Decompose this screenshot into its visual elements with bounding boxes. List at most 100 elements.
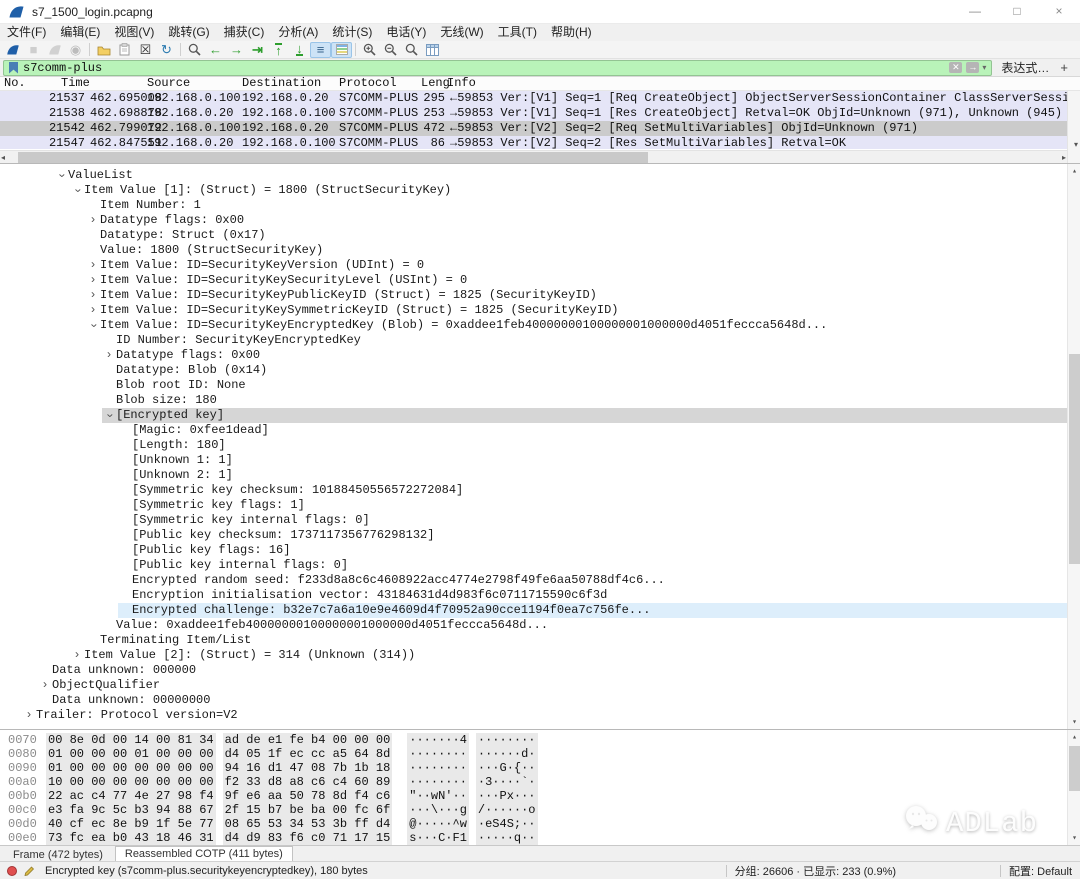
menu-item-6[interactable]: 统计(S) bbox=[325, 24, 379, 41]
tree-row[interactable]: [Length: 180] bbox=[0, 438, 1080, 453]
hex-ascii[interactable]: ···G·{·· bbox=[476, 761, 538, 775]
tree-row[interactable]: Terminating Item/List bbox=[0, 633, 1080, 648]
tree-row[interactable]: ›Item Value: ID=SecurityKeySymmetricKeyI… bbox=[0, 303, 1080, 318]
expander-closed-icon[interactable]: › bbox=[86, 273, 100, 288]
vscroll-thumb[interactable] bbox=[1069, 354, 1080, 564]
packet-row[interactable]: 21542462.799072192.168.0.100192.168.0.20… bbox=[0, 121, 1080, 136]
hex-row[interactable]: 007000 8e 0d 00 14 00 81 34ad de e1 fe b… bbox=[0, 733, 1080, 747]
hex-ascii[interactable]: ·······4 bbox=[407, 733, 469, 747]
packet-list-hscrollbar[interactable]: ◂ ▸ bbox=[0, 150, 1067, 163]
tree-row[interactable]: [Unknown 2: 1] bbox=[0, 468, 1080, 483]
capture-start-icon[interactable] bbox=[2, 42, 23, 58]
tree-row[interactable]: [Symmetric key checksum: 101884505565722… bbox=[0, 483, 1080, 498]
hex-bytes[interactable]: 10 00 00 00 00 00 00 00 bbox=[46, 775, 216, 789]
filter-add-button[interactable]: + bbox=[1060, 60, 1068, 75]
tree-row[interactable]: [Public key flags: 16] bbox=[0, 543, 1080, 558]
column-header-info[interactable]: Info bbox=[447, 77, 476, 90]
expander-closed-icon[interactable]: › bbox=[102, 348, 116, 363]
expression-button[interactable]: 表达式… bbox=[1001, 59, 1049, 76]
filter-apply-icon[interactable]: → bbox=[966, 62, 979, 73]
close-file-icon[interactable]: ☒ bbox=[135, 42, 156, 58]
scroll-up-icon[interactable]: ▴ bbox=[1072, 732, 1077, 742]
tree-row[interactable]: ›Item Value [2]: (Struct) = 314 (Unknown… bbox=[0, 648, 1080, 663]
tree-row[interactable]: Item Number: 1 bbox=[0, 198, 1080, 213]
expander-closed-icon[interactable]: › bbox=[86, 303, 100, 318]
tree-row[interactable]: Datatype: Blob (0x14) bbox=[0, 363, 1080, 378]
tree-row[interactable]: Data unknown: 000000 bbox=[0, 663, 1080, 678]
expander-closed-icon[interactable]: › bbox=[86, 288, 100, 303]
vscroll-thumb[interactable] bbox=[1069, 746, 1080, 791]
tree-row[interactable]: ›Datatype flags: 0x00 bbox=[0, 348, 1080, 363]
hex-bytes[interactable]: 2f 15 b7 be ba 00 fc 6f bbox=[223, 803, 393, 817]
go-top-icon[interactable]: ↑ bbox=[268, 42, 289, 58]
column-header-no[interactable]: No. bbox=[4, 77, 26, 90]
filter-dropdown-icon[interactable]: ▾ bbox=[982, 63, 986, 72]
hex-ascii[interactable]: "··wN'·· bbox=[407, 789, 469, 803]
hex-ascii[interactable]: @·····^w bbox=[407, 817, 469, 831]
hex-bytes[interactable]: f2 33 d8 a8 c6 c4 60 89 bbox=[223, 775, 393, 789]
byte-tab-1[interactable]: Reassembled COTP (411 bytes) bbox=[115, 846, 293, 861]
hex-bytes[interactable]: e3 fa 9c 5c b3 94 88 67 bbox=[46, 803, 216, 817]
filter-bookmark-icon[interactable] bbox=[9, 62, 18, 74]
tree-row[interactable]: ›Trailer: Protocol version=V2 bbox=[0, 708, 1080, 723]
tree-row[interactable]: ›Item Value: ID=SecurityKeyEncryptedKey … bbox=[0, 318, 1080, 333]
menu-item-5[interactable]: 分析(A) bbox=[271, 24, 325, 41]
scroll-down-icon[interactable]: ▾ bbox=[1072, 717, 1077, 727]
autoscroll-toggle-icon[interactable]: ≡ bbox=[310, 42, 331, 58]
expander-closed-icon[interactable]: › bbox=[38, 678, 52, 693]
capture-comment-icon[interactable] bbox=[23, 865, 35, 877]
tree-row[interactable]: ›Item Value: ID=SecurityKeyPublicKeyID (… bbox=[0, 288, 1080, 303]
tree-row[interactable]: Encrypted challenge: b32e7c7a6a10e9e4609… bbox=[0, 603, 1080, 618]
byte-tab-0[interactable]: Frame (472 bytes) bbox=[3, 847, 113, 861]
column-header-protocol[interactable]: Protocol bbox=[339, 77, 397, 90]
capture-stop-icon[interactable]: ■ bbox=[23, 42, 44, 58]
profile-status[interactable]: 配置: Default bbox=[1009, 863, 1072, 879]
scroll-right-icon[interactable]: ▸ bbox=[1062, 153, 1066, 162]
scroll-down-icon[interactable]: ▾ bbox=[1072, 833, 1077, 843]
display-filter-input[interactable]: s7comm-plus ✕ → ▾ bbox=[3, 60, 992, 76]
hex-ascii[interactable]: ········ bbox=[407, 761, 469, 775]
capture-options-icon[interactable]: ◉ bbox=[65, 42, 86, 58]
tree-row[interactable]: Blob root ID: None bbox=[0, 378, 1080, 393]
scroll-left-icon[interactable]: ◂ bbox=[1, 153, 5, 162]
tree-row[interactable]: Value: 0xaddee1feb4000000010000000100000… bbox=[0, 618, 1080, 633]
hex-ascii[interactable]: /······o bbox=[476, 803, 538, 817]
detail-vscrollbar[interactable]: ▴▾ bbox=[1067, 164, 1080, 729]
tree-row[interactable]: [Magic: 0xfee1dead] bbox=[0, 423, 1080, 438]
filter-value[interactable]: s7comm-plus bbox=[23, 61, 947, 75]
hex-bytes[interactable]: ad de e1 fe b4 00 00 00 bbox=[223, 733, 393, 747]
hex-bytes[interactable]: 9f e6 aa 50 78 8d f4 c6 bbox=[223, 789, 393, 803]
hex-ascii[interactable]: ········ bbox=[407, 775, 469, 789]
hex-row[interactable]: 00a010 00 00 00 00 00 00 00f2 33 d8 a8 c… bbox=[0, 775, 1080, 789]
maximize-button[interactable]: □ bbox=[996, 0, 1038, 23]
hex-bytes[interactable]: d4 d9 83 f6 c0 71 17 15 bbox=[223, 831, 393, 845]
tree-row[interactable]: Value: 1800 (StructSecurityKey) bbox=[0, 243, 1080, 258]
tree-row[interactable]: ›ValueList bbox=[0, 168, 1080, 183]
expander-open-icon[interactable]: › bbox=[102, 409, 117, 423]
column-header-time[interactable]: Time bbox=[61, 77, 90, 90]
colorize-toggle-icon[interactable] bbox=[331, 42, 352, 58]
hex-ascii[interactable]: ······d· bbox=[476, 747, 538, 761]
hscroll-thumb[interactable] bbox=[18, 152, 648, 163]
expander-closed-icon[interactable]: › bbox=[22, 708, 36, 723]
go-forward-icon[interactable]: → bbox=[226, 42, 247, 58]
tree-row[interactable]: ›Item Value [1]: (Struct) = 1800 (Struct… bbox=[0, 183, 1080, 198]
tree-row[interactable]: [Public key internal flags: 0] bbox=[0, 558, 1080, 573]
hex-bytes[interactable]: 40 cf ec 8e b9 1f 5e 77 bbox=[46, 817, 216, 831]
reload-file-icon[interactable]: ↻ bbox=[156, 42, 177, 58]
tree-row[interactable]: ›Item Value: ID=SecurityKeyVersion (UDIn… bbox=[0, 258, 1080, 273]
menu-item-0[interactable]: 文件(F) bbox=[0, 24, 53, 41]
expander-open-icon[interactable]: › bbox=[54, 169, 69, 183]
tree-row[interactable]: Encryption initialisation vector: 431846… bbox=[0, 588, 1080, 603]
resize-columns-icon[interactable] bbox=[422, 42, 443, 58]
tree-row[interactable]: [Symmetric key flags: 1] bbox=[0, 498, 1080, 513]
column-header-destination[interactable]: Destination bbox=[242, 77, 321, 90]
hex-bytes[interactable]: d4 05 1f ec cc a5 64 8d bbox=[223, 747, 393, 761]
menu-item-4[interactable]: 捕获(C) bbox=[217, 24, 272, 41]
expander-open-icon[interactable]: › bbox=[70, 184, 85, 198]
tree-row[interactable]: ›Datatype flags: 0x00 bbox=[0, 213, 1080, 228]
go-to-packet-icon[interactable]: ⇥ bbox=[247, 42, 268, 58]
menu-item-1[interactable]: 编辑(E) bbox=[53, 24, 107, 41]
tree-row[interactable]: ›Item Value: ID=SecurityKeySecurityLevel… bbox=[0, 273, 1080, 288]
tree-row[interactable]: ›ObjectQualifier bbox=[0, 678, 1080, 693]
